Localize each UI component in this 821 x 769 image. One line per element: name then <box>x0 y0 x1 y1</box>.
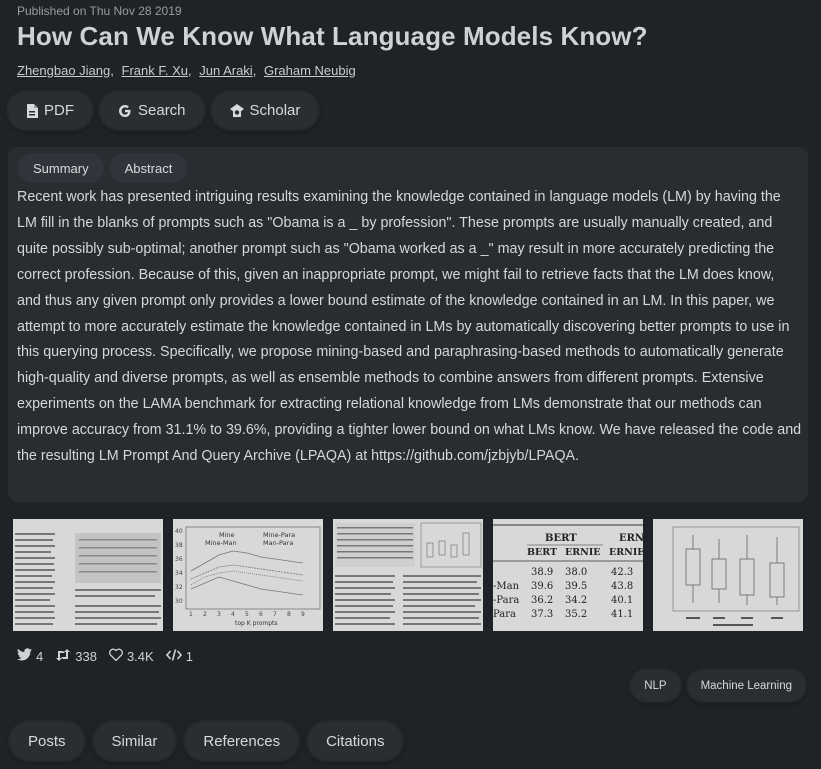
ytick-label: 40 <box>175 528 183 535</box>
table-cell: 38.9 <box>531 567 553 578</box>
search-button-label: Search <box>138 102 186 119</box>
tab-references[interactable]: References <box>185 722 299 760</box>
xtick-label: 6 <box>259 611 263 618</box>
like-count: 3.4K <box>126 648 154 664</box>
abstract-text: Recent work has presented intriguing res… <box>17 189 802 465</box>
pdf-button-label: PDF <box>44 102 74 119</box>
table-cell: 39.6 <box>531 581 553 592</box>
table-header: ERN <box>619 533 643 544</box>
table-cell: 40.1 <box>611 595 633 606</box>
ytick-label: 34 <box>175 570 183 577</box>
code-count: 1 <box>185 648 193 664</box>
tab-abstract[interactable]: Abstract <box>109 153 188 183</box>
table-cell: 42.3 <box>611 567 633 578</box>
twitter-icon <box>17 648 32 664</box>
author-link[interactable]: Frank F. Xu <box>122 63 188 78</box>
retweet-stat[interactable]: 338 <box>55 648 97 664</box>
tweet-stat[interactable]: 4 <box>17 648 43 664</box>
tag-nlp[interactable]: NLP <box>631 670 680 701</box>
figure-thumbnail-page[interactable] <box>13 519 163 631</box>
xtick-label: 4 <box>231 611 235 618</box>
table-cell: 39.5 <box>565 581 587 592</box>
scholar-button-label: Scholar <box>249 102 301 119</box>
table-subheader: ERNIE I <box>609 547 643 558</box>
xtick-label: 3 <box>217 611 221 618</box>
tag-machine-learning[interactable]: Machine Learning <box>687 670 805 701</box>
table-subheader: BERT <box>527 547 557 558</box>
scholar-icon <box>229 103 244 118</box>
figure-thumbnail-chart[interactable]: 40 38 36 34 32 30 Mine Mine-Man Mine-Par… <box>173 519 323 631</box>
code-stat[interactable]: 1 <box>165 648 193 664</box>
table-header: BERT <box>545 533 577 544</box>
tab-citations[interactable]: Citations <box>308 722 403 760</box>
table-row-label: -Man <box>493 581 520 592</box>
legend-label: Man-Para <box>263 539 293 547</box>
xtick-label: 2 <box>203 611 207 618</box>
page-title: How Can We Know What Language Models Kno… <box>17 21 648 51</box>
google-icon <box>118 104 132 118</box>
table-cell: 34.2 <box>565 595 587 606</box>
xtick-label: 5 <box>245 611 249 618</box>
tab-summary[interactable]: Summary <box>18 153 104 183</box>
retweet-count: 338 <box>75 648 97 664</box>
scholar-button[interactable]: Scholar <box>211 92 319 129</box>
pdf-file-icon <box>26 103 38 118</box>
legend-label: Mine-Para <box>263 531 295 539</box>
ytick-label: 30 <box>175 598 183 605</box>
table-cell: 37.3 <box>531 609 553 620</box>
like-stat[interactable]: 3.4K <box>109 648 154 664</box>
social-stats: 4 338 3.4K 1 <box>17 648 193 664</box>
xaxis-label: top K prompts <box>235 620 278 627</box>
published-date: Published on Thu Nov 28 2019 <box>17 4 182 18</box>
heart-icon <box>109 648 123 664</box>
tab-posts[interactable]: Posts <box>10 722 84 760</box>
figure-thumbnail-table-page[interactable] <box>333 519 483 631</box>
ytick-label: 38 <box>175 542 183 549</box>
table-row-label: Para <box>493 609 516 620</box>
author-link[interactable]: Graham Neubig <box>264 63 356 78</box>
action-buttons: PDF Search Scholar <box>8 92 319 129</box>
author-list: Zhengbao Jiang, Frank F. Xu, Jun Araki, … <box>17 63 356 78</box>
bottom-nav: Posts Similar References Citations <box>10 722 403 760</box>
figure-thumbnail-results-table[interactable]: BERT ERN BERT ERNIE ERNIE I 38.9 38.0 42… <box>493 519 643 631</box>
table-cell: 38.0 <box>565 567 587 578</box>
table-cell: 36.2 <box>531 595 553 606</box>
ytick-label: 32 <box>175 584 183 591</box>
topic-tags: NLP Machine Learning <box>631 670 805 701</box>
figure-thumbnails: 40 38 36 34 32 30 Mine Mine-Man Mine-Par… <box>13 519 803 631</box>
retweet-icon <box>55 648 71 664</box>
code-icon <box>165 648 182 664</box>
tab-similar[interactable]: Similar <box>93 722 176 760</box>
table-cell: 43.8 <box>611 581 633 592</box>
xtick-label: 9 <box>301 611 305 618</box>
xtick-label: 8 <box>287 611 291 618</box>
table-row-label: -Para <box>493 595 519 606</box>
figure-thumbnail-boxplot[interactable] <box>653 519 803 631</box>
tweet-count: 4 <box>36 648 44 664</box>
legend-label: Mine <box>219 531 235 539</box>
table-cell: 35.2 <box>565 609 587 620</box>
pdf-button[interactable]: PDF <box>8 92 92 129</box>
author-link[interactable]: Jun Araki <box>199 63 252 78</box>
table-cell: 41.1 <box>611 609 633 620</box>
author-link[interactable]: Zhengbao Jiang <box>17 63 110 78</box>
table-subheader: ERNIE <box>565 547 601 558</box>
abstract-tabs: Summary Abstract <box>18 153 188 183</box>
xtick-label: 1 <box>189 611 193 618</box>
ytick-label: 36 <box>175 556 183 563</box>
legend-label: Mine-Man <box>205 539 237 547</box>
xtick-label: 7 <box>273 611 277 618</box>
search-button[interactable]: Search <box>100 92 204 129</box>
